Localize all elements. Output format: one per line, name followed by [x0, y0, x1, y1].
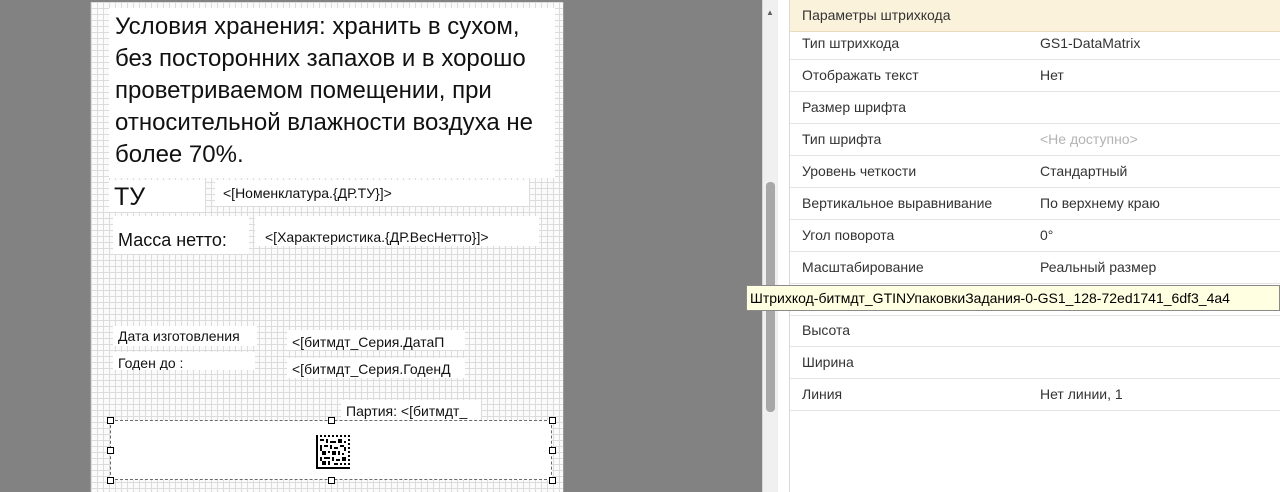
- barcode-properties-panel: Параметры штрихкода Тип штрихкода GS1-Da…: [790, 0, 1280, 492]
- property-value: <Не доступно>: [1040, 131, 1138, 147]
- property-value[interactable]: Нет: [1040, 60, 1064, 91]
- property-name: Масштабирование: [802, 259, 924, 275]
- resize-handle-top-left[interactable]: [107, 417, 114, 424]
- resize-handle-bottom-left[interactable]: [107, 477, 114, 484]
- net-mass-label-field[interactable]: Масса нетто:: [113, 216, 249, 254]
- property-row-show-text[interactable]: Отображать текст Нет: [790, 60, 1280, 92]
- layout-designer-canvas[interactable]: Условия хранения: хранить в сухом, без п…: [0, 0, 762, 492]
- property-row-vertical-align[interactable]: Вертикальное выравнивание По верхнему кр…: [790, 188, 1280, 220]
- designer-vertical-scrollbar[interactable]: ▲: [762, 0, 778, 492]
- property-row-height[interactable]: Высота: [790, 315, 1280, 347]
- storage-conditions-field[interactable]: Условия хранения: хранить в сухом, без п…: [109, 8, 555, 178]
- property-value[interactable]: 0°: [1040, 220, 1053, 251]
- property-value[interactable]: GS1-DataMatrix: [1040, 28, 1140, 59]
- property-name: Размер шрифта: [802, 99, 907, 115]
- property-row-line[interactable]: Линия Нет линии, 1: [790, 379, 1280, 411]
- property-name: Тип шрифта: [802, 131, 882, 147]
- resize-handle-bottom-center[interactable]: [328, 477, 335, 484]
- resize-handle-middle-left[interactable]: [107, 447, 114, 454]
- panel-splitter[interactable]: [778, 0, 790, 492]
- property-row-clarity-level[interactable]: Уровень четкости Стандартный: [790, 156, 1280, 188]
- property-value[interactable]: Реальный размер: [1040, 252, 1156, 283]
- resize-handle-top-right[interactable]: [549, 417, 556, 424]
- scroll-up-arrow-icon[interactable]: ▲: [766, 9, 774, 17]
- property-name: Отображать текст: [802, 67, 919, 83]
- property-name: Высота: [802, 322, 851, 338]
- resize-handle-bottom-right[interactable]: [549, 477, 556, 484]
- property-name: Тип штрихкода: [802, 35, 900, 51]
- property-row-font-size[interactable]: Размер шрифта: [790, 92, 1280, 124]
- property-name: Вертикальное выравнивание: [802, 195, 993, 211]
- net-mass-value-field[interactable]: <[Характеристика.{ДР.ВесНетто}]>: [255, 216, 539, 246]
- resize-handle-top-center[interactable]: [328, 417, 335, 424]
- manufacture-date-value-field[interactable]: <[битмдт_Серия.ДатаП: [287, 330, 465, 350]
- property-name: Уровень четкости: [802, 163, 917, 179]
- resize-handle-middle-right[interactable]: [549, 447, 556, 454]
- batch-field[interactable]: Партия: <[битмдт_: [341, 400, 481, 420]
- property-row-scaling[interactable]: Масштабирование Реальный размер: [790, 252, 1280, 284]
- property-value[interactable]: Стандартный: [1040, 156, 1127, 187]
- tu-value-field[interactable]: <[Номенклатура.{ДР.ТУ}]>: [215, 180, 529, 206]
- element-name-tooltip: Штрихкод-битмдт_GTINУпаковкиЗадания-0-GS…: [746, 285, 1280, 311]
- datamatrix-barcode-icon: [316, 435, 350, 469]
- property-value[interactable]: По верхнему краю: [1040, 188, 1160, 219]
- property-row-width[interactable]: Ширина: [790, 347, 1280, 379]
- label-page[interactable]: Условия хранения: хранить в сухом, без п…: [90, 2, 564, 492]
- manufacture-date-label-field[interactable]: Дата изготовления: [113, 326, 257, 346]
- property-value[interactable]: Нет линии, 1: [1040, 379, 1123, 410]
- group-header-label: Параметры штрихкода: [802, 7, 951, 23]
- property-row-rotation-angle[interactable]: Угол поворота 0°: [790, 220, 1280, 252]
- tu-label-field[interactable]: ТУ: [109, 180, 205, 212]
- property-row-barcode-type[interactable]: Тип штрихкода GS1-DataMatrix: [790, 28, 1280, 60]
- property-name: Угол поворота: [802, 227, 895, 243]
- property-row-font-type[interactable]: Тип шрифта <Не доступно>: [790, 124, 1280, 156]
- property-name: Линия: [802, 386, 843, 402]
- property-name: Ширина: [802, 354, 854, 370]
- expiry-label-field[interactable]: Годен до :: [113, 352, 255, 370]
- expiry-value-field[interactable]: <[битмдт_Серия.ГоденД: [287, 358, 465, 378]
